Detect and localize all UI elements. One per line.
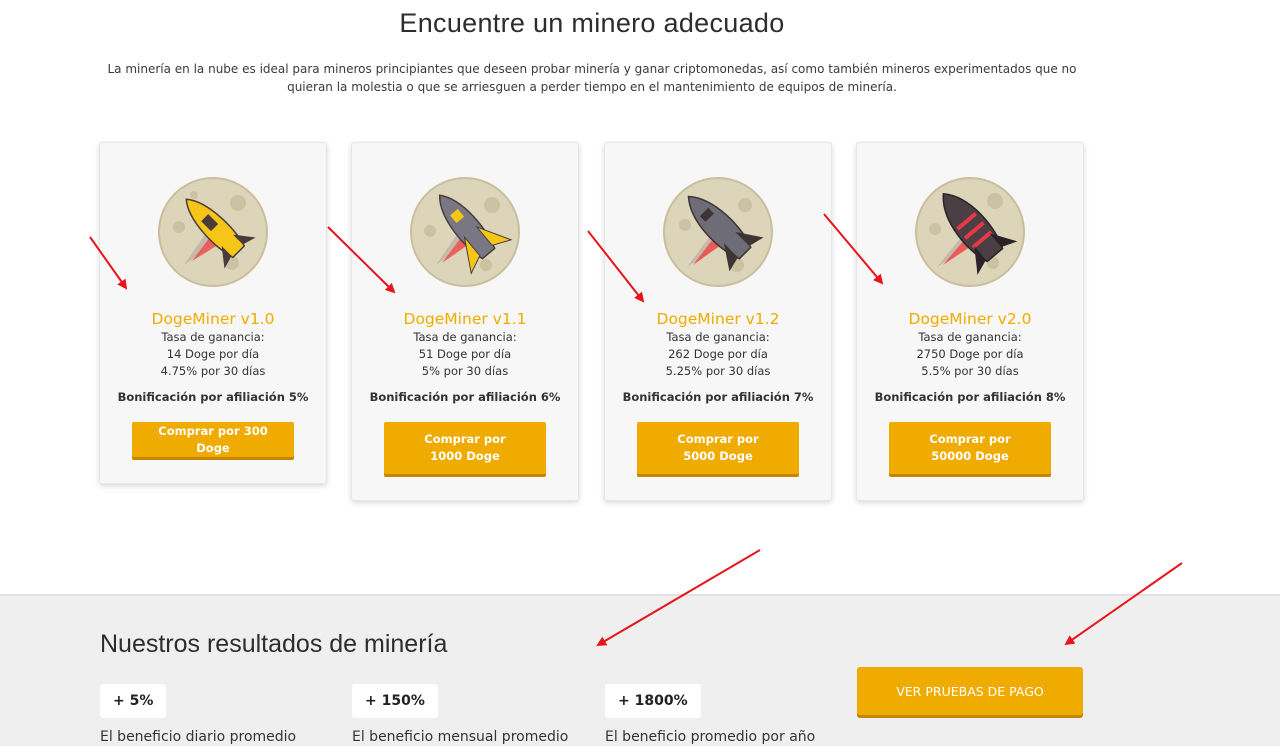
rocket-gray-icon	[663, 177, 773, 287]
results-title: Nuestros resultados de minería	[100, 630, 448, 658]
buy-button[interactable]: Comprar por 50000 Doge	[889, 422, 1051, 474]
miner-name: DogeMiner v1.0	[151, 310, 275, 328]
miner-card: DogeMiner v1.0 Tasa de ganancia: 14 Doge…	[99, 142, 327, 484]
miner-name: DogeMiner v1.1	[403, 310, 527, 328]
mining-results-section: Nuestros resultados de minería + 5% El b…	[0, 594, 1280, 746]
buy-button[interactable]: Comprar por 5000 Doge	[637, 422, 799, 474]
stat-monthly-label: El beneficio mensual promedio	[352, 729, 569, 745]
page-title: Encuentre un minero adecuado	[399, 8, 785, 38]
miner-card: DogeMiner v1.1 Tasa de ganancia: 51 Doge…	[351, 142, 579, 501]
stat-yearly-label: El beneficio promedio por año	[605, 729, 816, 745]
affiliate-bonus: Bonificación por afiliación 7%	[622, 390, 814, 404]
buy-button[interactable]: Comprar por 1000 Doge	[384, 422, 546, 474]
rate-per-day: 262 Doge por día	[668, 347, 768, 361]
intro-text: La minería en la nube es ideal para mine…	[107, 62, 1077, 94]
rate-per-month: 5% por 30 días	[421, 364, 509, 378]
rate-per-day: 51 Doge por día	[418, 347, 512, 361]
stat-monthly-value: + 150%	[352, 684, 438, 718]
affiliate-bonus: Bonificación por afiliación 6%	[369, 390, 561, 404]
stat-daily-label: El beneficio diario promedio	[100, 729, 297, 745]
rate-per-day: 2750 Doge por día	[916, 347, 1024, 361]
miner-card: DogeMiner v1.2 Tasa de ganancia: 262 Dog…	[604, 142, 832, 501]
miner-name: DogeMiner v1.2	[656, 310, 780, 328]
affiliate-bonus: Bonificación por afiliación 5%	[117, 390, 309, 404]
stat-daily-value: + 5%	[100, 684, 167, 718]
rate-label: Tasa de ganancia:	[666, 330, 770, 344]
payment-proofs-button[interactable]: VER PRUEBAS DE PAGO	[857, 667, 1083, 715]
rocket-yellow-icon	[158, 177, 268, 287]
rate-label: Tasa de ganancia:	[413, 330, 517, 344]
stat-yearly-value: + 1800%	[605, 684, 701, 718]
rate-label: Tasa de ganancia:	[161, 330, 265, 344]
buy-button[interactable]: Comprar por 300 Doge	[132, 422, 294, 457]
rate-per-day: 14 Doge por día	[166, 347, 260, 361]
rocket-dark-red-icon	[915, 177, 1025, 287]
rocket-gray-yellow-icon	[410, 177, 520, 287]
rate-per-month: 5.25% por 30 días	[665, 364, 771, 378]
rate-per-month: 5.5% por 30 días	[921, 364, 1019, 378]
miner-name: DogeMiner v2.0	[908, 310, 1032, 328]
rate-label: Tasa de ganancia:	[918, 330, 1022, 344]
miner-card: DogeMiner v2.0 Tasa de ganancia: 2750 Do…	[856, 142, 1084, 501]
affiliate-bonus: Bonificación por afiliación 8%	[874, 390, 1066, 404]
rate-per-month: 4.75% por 30 días	[160, 364, 266, 378]
